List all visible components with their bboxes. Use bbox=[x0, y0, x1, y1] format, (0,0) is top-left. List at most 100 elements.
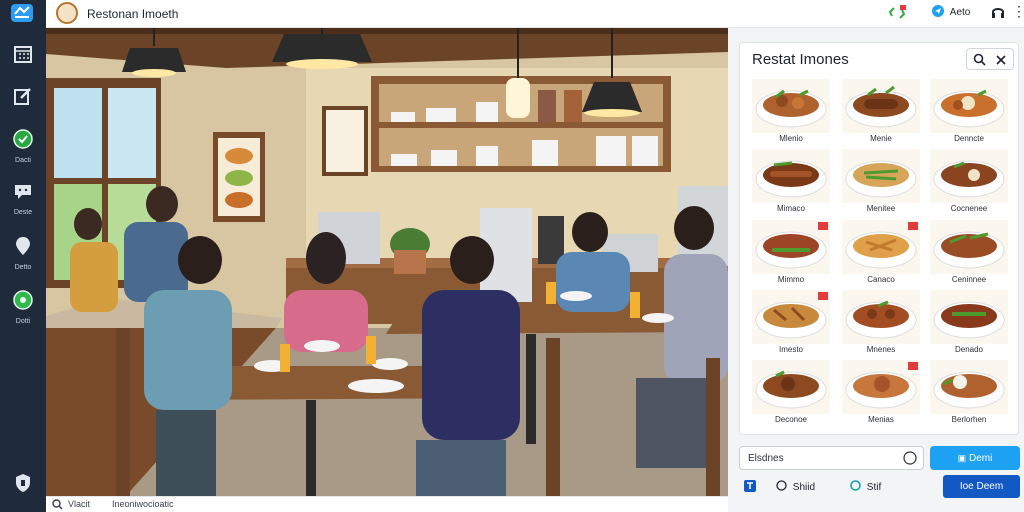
food-thumbnail bbox=[842, 360, 920, 414]
restaurant-scene-image bbox=[46, 28, 728, 496]
sidebar-item-edit[interactable] bbox=[0, 86, 46, 111]
image-tile[interactable]: Denado bbox=[930, 290, 1008, 356]
sidebar-item-label: Detto bbox=[14, 264, 32, 271]
stif-link[interactable]: Stif bbox=[850, 480, 881, 493]
tile-caption: Cocnenee bbox=[950, 204, 988, 213]
circle-icon bbox=[776, 480, 787, 491]
tile-caption: Berlorhen bbox=[951, 415, 987, 424]
panel-toolbar bbox=[966, 48, 1014, 70]
image-tile[interactable]: Mimaco bbox=[752, 149, 830, 215]
status-bar: Vlacit Ineoniwocioatic bbox=[46, 496, 728, 512]
food-thumbnail bbox=[842, 79, 920, 133]
search-icon[interactable] bbox=[973, 53, 986, 71]
tile-caption: Denncte bbox=[954, 134, 984, 143]
image-tile[interactable]: Deconoe bbox=[752, 360, 830, 426]
image-tile[interactable]: Menias bbox=[842, 360, 920, 426]
app-title: Restonan Imoeth bbox=[87, 7, 179, 21]
shiid-label: Shiid bbox=[792, 482, 816, 493]
image-tile[interactable]: Imesto bbox=[752, 290, 830, 356]
image-tile[interactable]: Ceninnee bbox=[930, 220, 1008, 286]
primary-button[interactable]: ▣ Demi bbox=[930, 446, 1020, 470]
sidebar-item-label: Dacti bbox=[15, 157, 31, 164]
status-left-text: Vlacit bbox=[68, 499, 91, 509]
pin-icon bbox=[0, 236, 46, 261]
more-icon[interactable]: ⋮ bbox=[1012, 3, 1024, 20]
image-tile[interactable]: Canaco bbox=[842, 220, 920, 286]
check-circle-icon bbox=[0, 129, 46, 154]
top-bar: Restonan Imoeth Aeto ⋮ bbox=[46, 0, 1024, 28]
green-dot-icon bbox=[0, 290, 46, 315]
account-button[interactable]: Aeto bbox=[932, 5, 970, 18]
sidebar-item-deste[interactable]: Deste bbox=[0, 183, 46, 216]
tile-caption: Menitee bbox=[866, 204, 896, 213]
image-tile[interactable]: Mimmo bbox=[752, 220, 830, 286]
edit-icon bbox=[0, 86, 46, 111]
image-tile[interactable]: Mlenio bbox=[752, 79, 830, 145]
image-tile[interactable]: Denncte bbox=[930, 79, 1008, 145]
food-thumbnail bbox=[752, 149, 830, 203]
sidebar-item-dotti[interactable]: Dotti bbox=[0, 290, 46, 325]
tile-caption: Denado bbox=[954, 345, 984, 354]
food-thumbnail bbox=[752, 220, 830, 274]
tile-caption: Menie bbox=[870, 134, 892, 143]
search-icon[interactable] bbox=[52, 499, 63, 512]
tile-caption: Mlenio bbox=[779, 134, 803, 143]
image-results-panel: Restat Imones Mlenio Menie Denncte Mimac… bbox=[739, 42, 1019, 435]
food-thumbnail bbox=[930, 220, 1008, 274]
save-icon: ▣ bbox=[957, 453, 967, 463]
tile-caption: Mnenes bbox=[866, 345, 896, 354]
close-icon[interactable] bbox=[995, 53, 1007, 71]
image-tile[interactable]: Cocnenee bbox=[930, 149, 1008, 215]
food-thumbnail bbox=[752, 79, 830, 133]
image-tile[interactable]: Berlorhen bbox=[930, 360, 1008, 426]
sidebar: Dacti Deste Detto Dotti bbox=[0, 0, 46, 512]
stif-label: Stif bbox=[866, 482, 882, 493]
food-thumbnail bbox=[752, 360, 830, 414]
food-thumbnail bbox=[930, 79, 1008, 133]
tile-caption: Imesto bbox=[778, 345, 803, 354]
search-input[interactable] bbox=[748, 451, 898, 466]
dark-button[interactable]: Ioe Deem bbox=[943, 475, 1020, 498]
panel-title: Restat Imones bbox=[752, 51, 849, 68]
sidebar-item-label: Deste bbox=[13, 209, 33, 216]
headset-icon[interactable] bbox=[990, 5, 1006, 24]
app-window: Dacti Deste Detto Dotti Restonan Imoeth … bbox=[0, 0, 1024, 512]
translate-icon[interactable] bbox=[744, 480, 756, 493]
tile-caption: Mimmo bbox=[777, 275, 805, 284]
calendar-icon bbox=[0, 44, 46, 69]
restaurant-logo-icon bbox=[56, 2, 78, 24]
tile-caption: Ceninnee bbox=[951, 275, 987, 284]
recycle-icon[interactable] bbox=[888, 5, 906, 24]
image-tile[interactable]: Menie bbox=[842, 79, 920, 145]
food-thumbnail bbox=[930, 360, 1008, 414]
food-thumbnail bbox=[752, 290, 830, 344]
account-label: Aeto bbox=[949, 7, 971, 18]
food-thumbnail bbox=[842, 149, 920, 203]
search-circle-icon[interactable] bbox=[903, 451, 917, 470]
teal-circle-icon bbox=[850, 480, 861, 491]
tile-caption: Menias bbox=[868, 415, 894, 424]
sidebar-item-label: Dotti bbox=[15, 318, 31, 325]
sidebar-item-calendar[interactable] bbox=[0, 44, 46, 69]
sidebar-item-dacti[interactable]: Dacti bbox=[0, 129, 46, 164]
image-grid: Mlenio Menie Denncte Mimaco Menitee Cocn… bbox=[752, 79, 1010, 429]
shiid-link[interactable]: Shiid bbox=[776, 480, 815, 493]
sidebar-item-detto[interactable]: Detto bbox=[0, 236, 46, 271]
image-tile[interactable]: Menitee bbox=[842, 149, 920, 215]
search-field[interactable] bbox=[739, 446, 924, 470]
food-thumbnail bbox=[930, 149, 1008, 203]
chat-icon bbox=[0, 183, 46, 206]
food-thumbnail bbox=[842, 220, 920, 274]
tile-caption: Canaco bbox=[867, 275, 895, 284]
sidebar-item-settings[interactable] bbox=[0, 473, 46, 498]
food-thumbnail bbox=[842, 290, 920, 344]
status-right-text: Ineoniwocioatic bbox=[112, 499, 174, 509]
app-logo-icon[interactable] bbox=[11, 4, 33, 22]
food-thumbnail bbox=[930, 290, 1008, 344]
telegram-icon bbox=[932, 5, 944, 17]
primary-button-label: Demi bbox=[968, 453, 993, 464]
tile-caption: Deconoe bbox=[774, 415, 808, 424]
shield-icon bbox=[0, 473, 46, 498]
tile-caption: Mimaco bbox=[776, 204, 805, 213]
image-tile[interactable]: Mnenes bbox=[842, 290, 920, 356]
